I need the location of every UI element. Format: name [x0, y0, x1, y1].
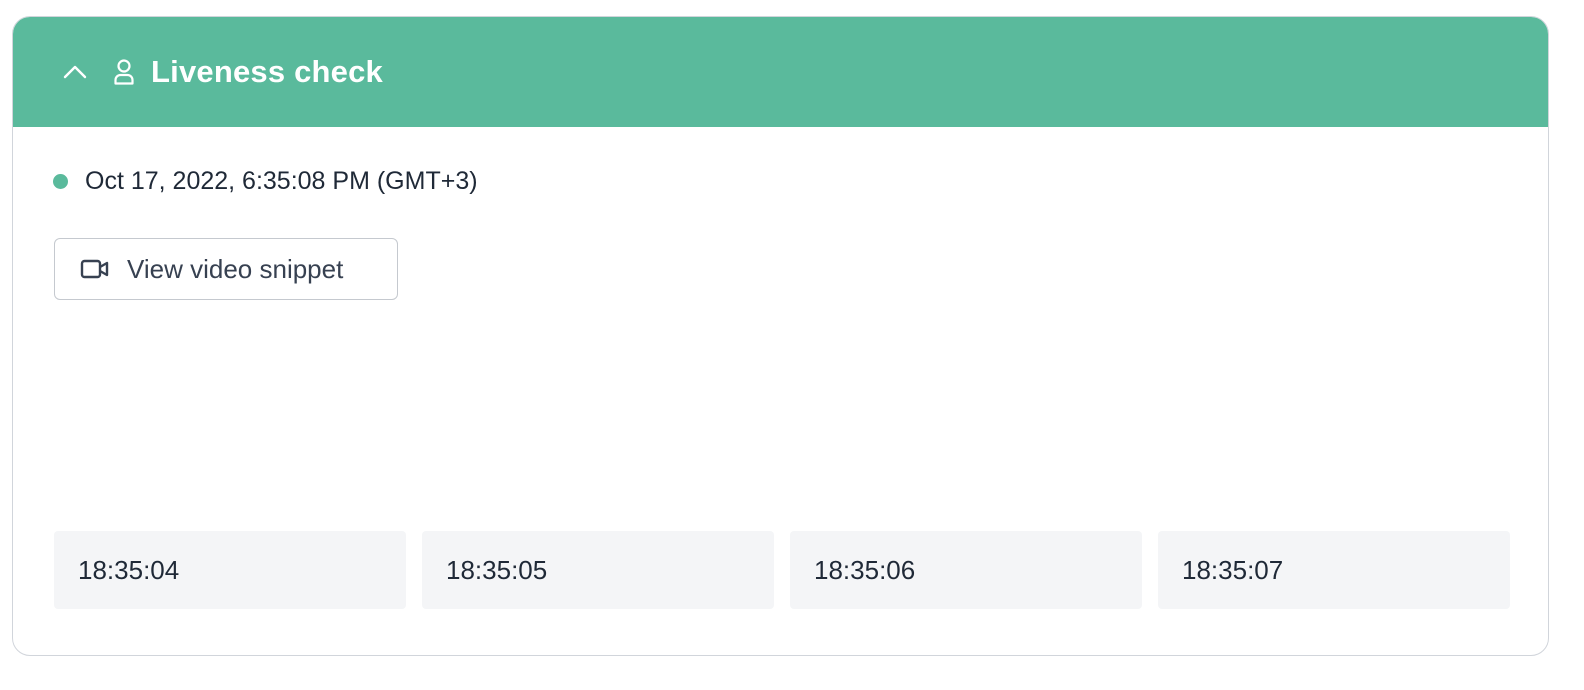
- status-dot: [53, 174, 68, 189]
- status-row: Oct 17, 2022, 6:35:08 PM (GMT+3): [53, 167, 478, 196]
- frame-thumbnail[interactable]: 18:35:06: [790, 531, 1142, 609]
- frame-time: 18:35:06: [814, 554, 916, 585]
- frame-thumbnail[interactable]: 18:35:05: [422, 531, 774, 609]
- section-title: Liveness check: [151, 54, 384, 89]
- liveness-check-card: Liveness check Oct 17, 2022, 6:35:08 PM …: [12, 16, 1549, 656]
- frame-thumbnail[interactable]: 18:35:04: [54, 531, 406, 609]
- frame-thumbnails: 18:35:04 18:35:05 18:35:06 18:35:07: [54, 531, 1510, 609]
- frame-time: 18:35:04: [78, 554, 180, 585]
- frame-thumbnail[interactable]: 18:35:07: [1158, 531, 1510, 609]
- video-camera-icon: [80, 257, 112, 281]
- frame-time: 18:35:07: [1182, 554, 1284, 585]
- check-timestamp: Oct 17, 2022, 6:35:08 PM (GMT+3): [85, 167, 478, 195]
- frame-time: 18:35:05: [446, 554, 548, 585]
- view-video-snippet-button[interactable]: View video snippet: [54, 238, 398, 300]
- section-header[interactable]: Liveness check: [13, 17, 1548, 127]
- chevron-up-icon[interactable]: [61, 58, 89, 86]
- view-video-snippet-label: View video snippet: [127, 253, 344, 284]
- person-icon: [111, 56, 137, 88]
